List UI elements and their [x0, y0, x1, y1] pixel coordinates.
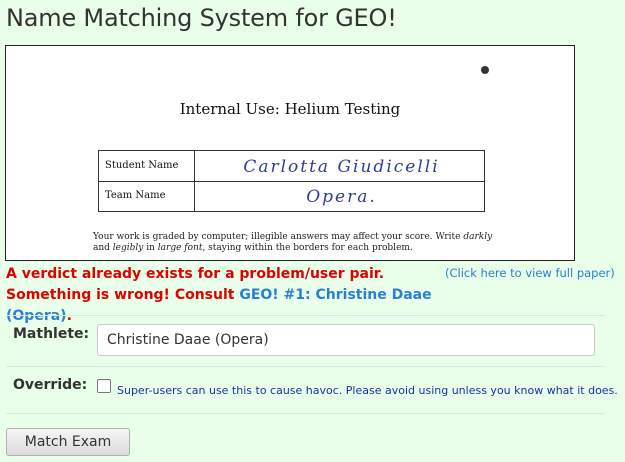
mathlete-input[interactable]: Christine Daae (Opera) — [97, 324, 595, 356]
view-full-paper-link[interactable]: (Click here to view full paper) — [445, 266, 615, 280]
student-name-label: Student Name — [99, 151, 195, 181]
scan-name-table: Student Name Carlotta Giudicelli Team Na… — [98, 150, 485, 212]
divider — [6, 315, 605, 316]
verdict-error-message: A verdict already exists for a problem/u… — [6, 266, 432, 324]
override-label: Override: — [13, 377, 88, 393]
scanned-answer-image: Internal Use: Helium Testing Student Nam… — [5, 45, 575, 261]
mathlete-label: Mathlete: — [13, 326, 90, 342]
divider — [6, 413, 605, 414]
team-name-label: Team Name — [99, 181, 195, 211]
registration-dot — [481, 66, 489, 74]
override-help-text: Super-users can use this to cause havoc.… — [117, 384, 618, 397]
student-name-handwriting: Carlotta Giudicelli — [243, 157, 440, 177]
team-name-handwriting: Opera. — [306, 187, 377, 207]
scan-heading: Internal Use: Helium Testing — [179, 100, 401, 118]
student-name-row: Student Name Carlotta Giudicelli — [99, 151, 484, 182]
team-name-row: Team Name Opera. — [99, 181, 484, 211]
scan-instructions: Your work is graded by computer; illegib… — [93, 232, 493, 253]
page-title: Name Matching System for GEO! — [6, 4, 397, 32]
match-exam-button[interactable]: Match Exam — [6, 428, 130, 456]
divider — [6, 366, 605, 367]
override-checkbox[interactable] — [97, 379, 111, 393]
